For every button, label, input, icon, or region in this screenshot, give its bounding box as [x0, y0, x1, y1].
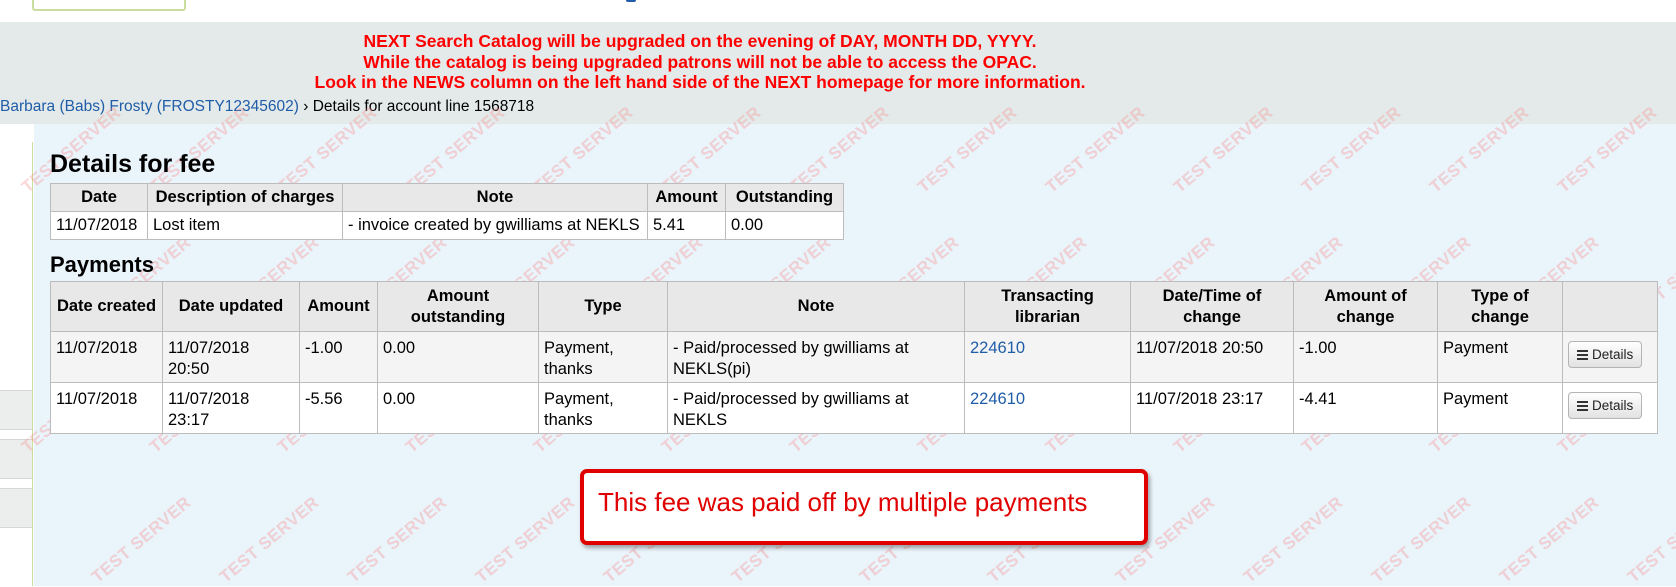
payment-note: - Paid/processed by gwilliams at NEKLS: [667, 382, 965, 434]
pay-col-type: Type: [538, 281, 668, 332]
pay-col-amount-outstanding: Amount outstanding: [377, 281, 539, 332]
fee-amount: 5.41: [647, 211, 726, 240]
details-button-label: Details: [1592, 347, 1634, 362]
notice-line-1: NEXT Search Catalog will be upgraded on …: [363, 31, 1037, 51]
fee-outstanding: 0.00: [725, 211, 844, 240]
fee-details-heading: Details for fee: [50, 150, 216, 178]
notice-line-2: While the catalog is being upgraded patr…: [363, 51, 1037, 72]
payment-actions-cell: Details: [1562, 382, 1658, 434]
fee-description: Lost item: [147, 211, 343, 240]
payment-change-time: 11/07/2018 20:50: [1130, 331, 1294, 383]
breadcrumb-separator: ›: [303, 98, 309, 115]
payment-row: 11/07/2018 11/07/2018 23:17 -5.56 0.00 P…: [50, 382, 1658, 434]
list-icon: [1577, 400, 1588, 411]
fee-col-outstanding: Outstanding: [725, 183, 844, 212]
notice-line-3: Look in the NEWS column on the left hand…: [314, 72, 1086, 92]
pay-col-actions: [1562, 281, 1658, 332]
payments-heading: Payments: [50, 252, 154, 277]
pay-col-change-type: Type of change: [1437, 281, 1563, 332]
payment-date-created: 11/07/2018: [50, 382, 163, 434]
left-sidebar: [0, 124, 34, 586]
sidebar-tab-3[interactable]: [0, 488, 33, 528]
payment-librarian-cell: 224610: [964, 331, 1131, 383]
payment-amount-outstanding: 0.00: [377, 331, 539, 383]
payment-librarian-link[interactable]: 224610: [970, 390, 1025, 408]
breadcrumb-current: Details for account line 1568718: [312, 98, 535, 115]
payment-date-updated: 11/07/2018 20:50: [162, 331, 300, 383]
payment-date-created: 11/07/2018: [50, 331, 163, 383]
payment-amount: -1.00: [299, 331, 378, 383]
payments-table: Date created Date updated Amount Amount …: [50, 281, 1658, 434]
breadcrumb: Barbara (Babs) Frosty (FROSTY12345602) ›…: [0, 98, 534, 116]
sidebar-tab-2[interactable]: [0, 439, 33, 479]
payment-librarian-link[interactable]: 224610: [970, 339, 1025, 357]
payment-actions-cell: Details: [1562, 331, 1658, 383]
annotation-callout: This fee was paid off by multiple paymen…: [580, 469, 1148, 545]
details-button-label: Details: [1592, 398, 1634, 413]
top-strip: [0, 0, 1676, 22]
fee-col-amount: Amount: [647, 183, 726, 212]
payment-date-updated: 11/07/2018 23:17: [162, 382, 300, 434]
payment-change-amount: -1.00: [1293, 331, 1438, 383]
pay-col-date-created: Date created: [50, 281, 163, 332]
fee-note: - invoice created by gwilliams at NEKLS: [342, 211, 648, 240]
payment-change-type: Payment: [1437, 331, 1563, 383]
payment-amount-outstanding: 0.00: [377, 382, 539, 434]
fee-date: 11/07/2018: [50, 211, 148, 240]
payment-change-amount: -4.41: [1293, 382, 1438, 434]
payment-change-type: Payment: [1437, 382, 1563, 434]
payment-amount: -5.56: [299, 382, 378, 434]
pay-col-note: Note: [667, 281, 965, 332]
payment-change-time: 11/07/2018 23:17: [1130, 382, 1294, 434]
payment-note: - Paid/processed by gwilliams at NEKLS(p…: [667, 331, 965, 383]
details-button[interactable]: Details: [1568, 341, 1643, 368]
annotation-callout-text: This fee was paid off by multiple paymen…: [598, 487, 1088, 517]
pay-col-date-updated: Date updated: [162, 281, 300, 332]
list-icon: [1577, 349, 1588, 360]
content-border: [32, 142, 33, 586]
fee-row: 11/07/2018 Lost item - invoice created b…: [50, 211, 844, 240]
header-search-box-edge[interactable]: [32, 0, 186, 11]
pay-col-amount: Amount: [299, 281, 378, 332]
pay-col-transacting-librarian: Transacting librarian: [964, 281, 1131, 332]
fee-col-description: Description of charges: [147, 183, 343, 212]
pay-col-change-time: Date/Time of change: [1130, 281, 1294, 332]
pay-col-change-amount: Amount of change: [1293, 281, 1438, 332]
fee-header-row: Date Description of charges Note Amount …: [50, 183, 844, 212]
payment-librarian-cell: 224610: [964, 382, 1131, 434]
header-link-edge[interactable]: [626, 0, 636, 2]
fee-col-note: Note: [342, 183, 648, 212]
payment-type: Payment, thanks: [538, 331, 668, 383]
upgrade-notice: NEXT Search Catalog will be upgraded on …: [0, 31, 1538, 93]
payment-type: Payment, thanks: [538, 382, 668, 434]
payment-row: 11/07/2018 11/07/2018 20:50 -1.00 0.00 P…: [50, 331, 1658, 383]
sidebar-tab-1[interactable]: [0, 390, 33, 430]
breadcrumb-patron-link[interactable]: Barbara (Babs) Frosty (FROSTY12345602): [0, 98, 299, 115]
details-button[interactable]: Details: [1568, 392, 1643, 419]
fee-col-date: Date: [50, 183, 148, 212]
payments-header-row: Date created Date updated Amount Amount …: [50, 281, 1658, 332]
fee-details-table: Date Description of charges Note Amount …: [50, 183, 844, 240]
